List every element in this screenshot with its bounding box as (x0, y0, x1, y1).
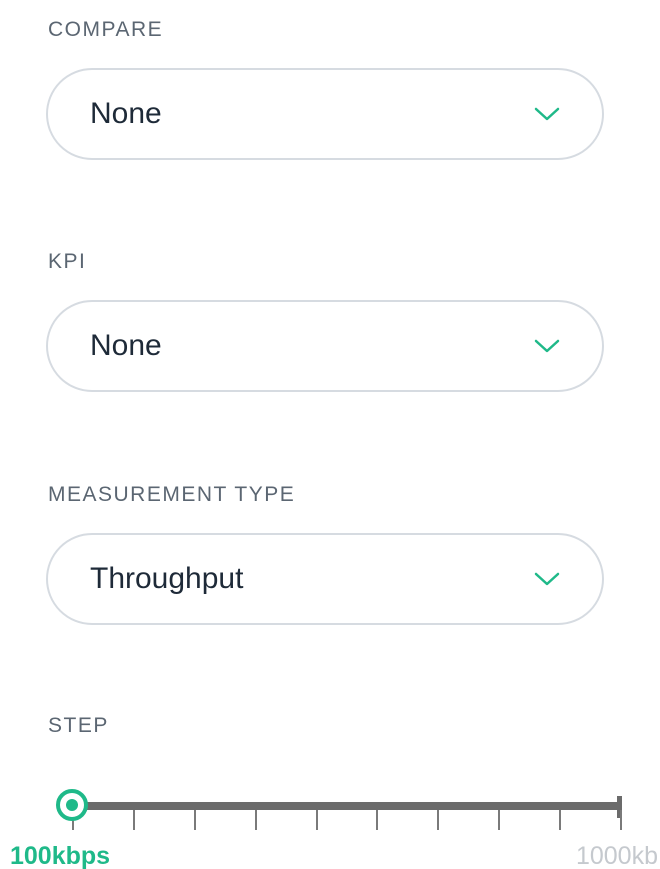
compare-select-value: None (90, 97, 162, 130)
slider-tick (559, 810, 562, 830)
kpi-label: KPI (48, 250, 87, 273)
slider-min-label: 100kbps (10, 842, 111, 869)
kpi-select[interactable]: None (46, 300, 604, 392)
compare-select[interactable]: None (46, 68, 604, 160)
chevron-down-icon (532, 99, 562, 129)
slider-tick (254, 810, 257, 830)
measurement-type-select[interactable]: Throughput (46, 533, 604, 625)
slider-track[interactable] (72, 802, 622, 810)
compare-label: COMPARE (48, 18, 164, 41)
slider-tick (132, 810, 135, 830)
slider-tick (620, 810, 622, 830)
settings-panel: COMPARE None KPI None MEASUREMENT TYPE T… (0, 0, 660, 869)
measurement-type-select-value: Throughput (90, 562, 244, 595)
measurement-type-label: MEASUREMENT TYPE (48, 483, 296, 506)
slider-tick (315, 810, 318, 830)
slider-tick (498, 810, 501, 830)
chevron-down-icon (532, 564, 562, 594)
step-label: STEP (48, 714, 109, 737)
slider-thumb[interactable] (56, 789, 88, 821)
slider-tick (193, 810, 196, 830)
slider-tick (437, 810, 440, 830)
slider-thumb-dot (66, 799, 78, 811)
slider-tick (376, 810, 379, 830)
chevron-down-icon (532, 331, 562, 361)
slider-max-label: 1000kb (575, 842, 658, 869)
step-slider[interactable]: 100kbps 1000kb (0, 786, 660, 869)
kpi-select-value: None (90, 329, 162, 362)
